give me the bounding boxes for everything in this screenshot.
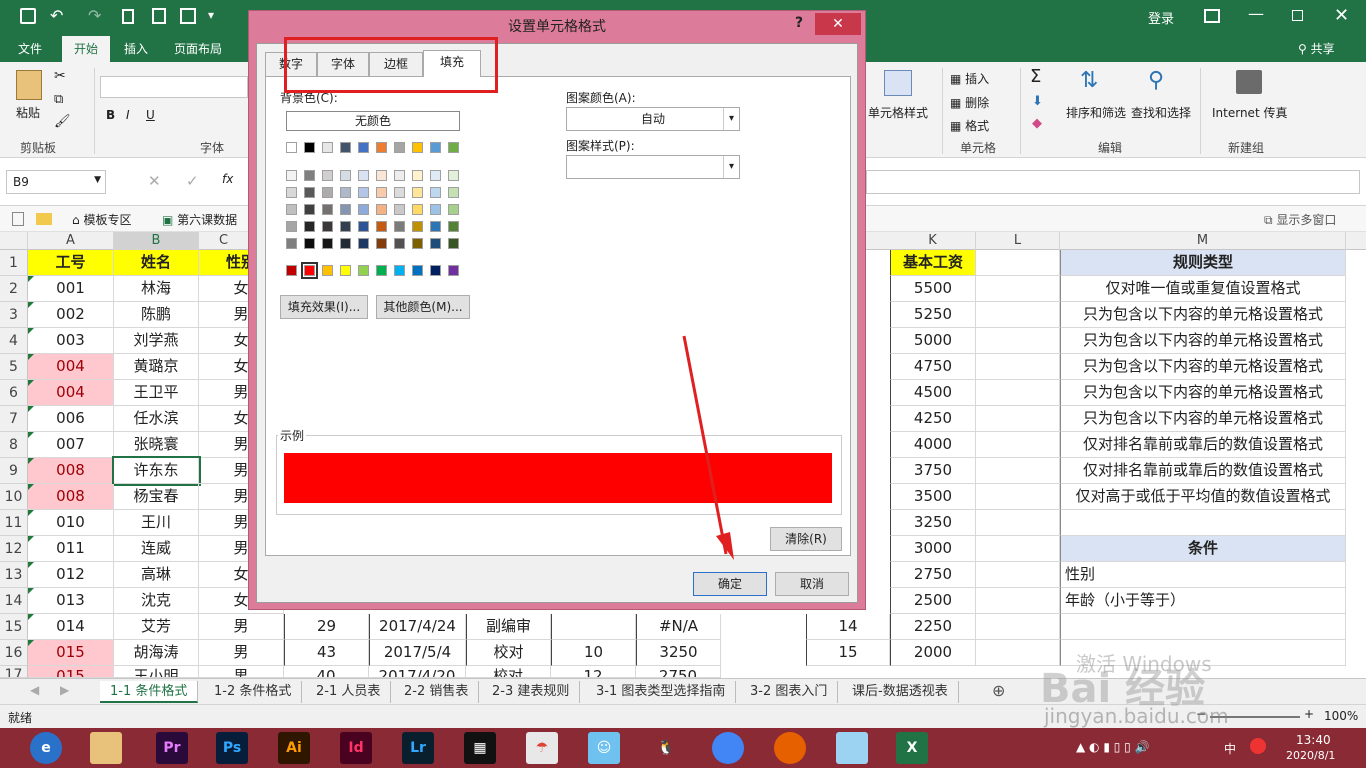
annotation-arrow [682,335,734,560]
tab-fill[interactable]: 填充 [423,50,481,77]
